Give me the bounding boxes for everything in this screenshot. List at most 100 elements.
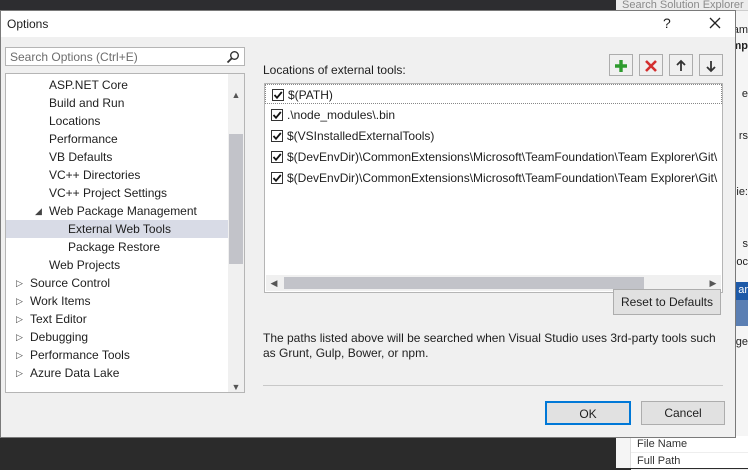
tree-item-label: VC++ Directories (49, 166, 140, 184)
tree-item[interactable]: ▷Work Items (6, 292, 228, 310)
tree-scrollbar[interactable]: ▲ ▼ (228, 74, 244, 392)
move-up-button[interactable] (669, 54, 693, 76)
tree-item[interactable]: Performance (6, 130, 228, 148)
path-checkbox[interactable] (271, 109, 283, 121)
path-text: $(DevEnvDir)\CommonExtensions\Microsoft\… (287, 147, 717, 167)
collapsed-arrow-icon[interactable]: ▷ (16, 364, 26, 382)
collapsed-arrow-icon[interactable]: ▷ (16, 274, 26, 292)
background-window-bar (0, 0, 616, 10)
background-highlight (736, 300, 748, 326)
path-checkbox[interactable] (271, 130, 283, 142)
path-text: $(VSInstalledExternalTools) (287, 126, 434, 146)
locations-label: Locations of external tools: (263, 63, 406, 77)
background-fragment: s (743, 238, 748, 250)
background-fragment: ge (736, 336, 748, 348)
dialog-titlebar: Options ? (1, 11, 735, 37)
tree-item-label: Performance Tools (30, 346, 130, 364)
cancel-button[interactable]: Cancel (641, 401, 725, 425)
tree-item-label: Package Restore (68, 238, 160, 256)
path-row[interactable]: $(VSInstalledExternalTools) (265, 126, 722, 146)
tree-scroll-thumb[interactable] (229, 134, 243, 264)
tree-item-label: Performance (49, 130, 118, 148)
ok-button[interactable]: OK (545, 401, 631, 425)
path-row[interactable]: $(PATH) (265, 84, 722, 104)
tree-item-label: Text Editor (30, 310, 87, 328)
path-checkbox[interactable] (272, 89, 284, 101)
scroll-left-icon[interactable]: ◀ (266, 275, 282, 291)
paths-scroll-thumb[interactable] (284, 277, 644, 289)
tree-item-label: Locations (49, 112, 100, 130)
collapsed-arrow-icon[interactable]: ▷ (16, 328, 26, 346)
background-fragment: rs (739, 130, 748, 142)
tree-item[interactable]: VB Defaults (6, 148, 228, 166)
tree-item[interactable]: ASP.NET Core (6, 76, 228, 94)
background-fragment: ioc (734, 256, 748, 268)
tree-item[interactable]: ▷Performance Tools (6, 346, 228, 364)
checkmark-icon (272, 131, 282, 141)
scroll-up-icon[interactable]: ▲ (228, 88, 244, 102)
search-icon[interactable] (226, 50, 240, 64)
tree-item[interactable]: Package Restore (6, 238, 228, 256)
options-dialog: Options ? ▲ ▼ ASP.NET CoreBuild and RunL… (0, 10, 736, 438)
collapsed-arrow-icon[interactable]: ▷ (16, 292, 26, 310)
dialog-title: Options (7, 17, 48, 31)
move-down-button[interactable] (699, 54, 723, 76)
collapsed-arrow-icon[interactable]: ▷ (16, 310, 26, 328)
tree-item[interactable]: Locations (6, 112, 228, 130)
tree-item[interactable]: ▷Source Control (6, 274, 228, 292)
path-row[interactable]: $(DevEnvDir)\CommonExtensions\Microsoft\… (265, 147, 722, 167)
help-button[interactable]: ? (663, 15, 671, 31)
x-icon (643, 58, 659, 74)
divider (263, 385, 723, 386)
paths-description: The paths listed above will be searched … (263, 331, 725, 361)
checkmark-icon (273, 90, 283, 100)
arrow-down-icon (703, 58, 719, 74)
plus-icon (613, 58, 629, 74)
tree-item[interactable]: ▷Debugging (6, 328, 228, 346)
external-tools-list: $(DevEnvDir)\CommonExtensions\Microsoft\… (264, 83, 723, 293)
tree-item[interactable]: ▷Text Editor (6, 310, 228, 328)
background-fragment: ar (738, 284, 748, 296)
path-checkbox[interactable] (271, 172, 283, 184)
tree-item-label: Web Package Management (49, 202, 197, 220)
collapsed-arrow-icon[interactable]: ▷ (16, 346, 26, 364)
tree-item[interactable]: Web Projects (6, 256, 228, 274)
path-row[interactable]: $(DevEnvDir)\CommonExtensions\Microsoft\… (265, 168, 722, 188)
tree-item[interactable]: Build and Run (6, 94, 228, 112)
tree-item-label: Work Items (30, 292, 90, 310)
checkmark-icon (272, 173, 282, 183)
tree-item-label: VC++ Project Settings (49, 184, 167, 202)
scroll-down-icon[interactable]: ▼ (228, 380, 244, 393)
property-file-name: File Name (631, 436, 748, 453)
tree-item[interactable]: VC++ Project Settings (6, 184, 228, 202)
arrow-up-icon (673, 58, 689, 74)
background-fragment: ie: (736, 186, 748, 198)
tree-item[interactable]: VC++ Directories (6, 166, 228, 184)
tree-item-label: VB Defaults (49, 148, 112, 166)
tree-item-label: Web Projects (49, 256, 120, 274)
search-options-input[interactable] (6, 48, 220, 65)
tree-item-label: Azure Data Lake (30, 364, 119, 382)
tree-item[interactable]: External Web Tools (6, 220, 228, 238)
tree-item[interactable]: ▷Azure Data Lake (6, 364, 228, 382)
tree-item-label: Build and Run (49, 94, 124, 112)
tree-item-label: ASP.NET Core (49, 76, 128, 94)
search-options-box[interactable] (5, 47, 245, 66)
background-properties-panel: File Name Full Path (630, 436, 748, 468)
remove-path-button[interactable] (639, 54, 663, 76)
tree-item-label: Source Control (30, 274, 110, 292)
path-row[interactable]: .\node_modules\.bin (265, 105, 722, 125)
path-checkbox[interactable] (271, 151, 283, 163)
checkmark-icon (272, 152, 282, 162)
close-icon (703, 11, 727, 35)
reset-to-defaults-button[interactable]: Reset to Defaults (613, 289, 721, 315)
tree-item[interactable]: ◢Web Package Management (6, 202, 228, 220)
path-text: .\node_modules\.bin (287, 105, 395, 125)
tree-item-label: Debugging (30, 328, 88, 346)
add-path-button[interactable] (609, 54, 633, 76)
property-full-path: Full Path (631, 453, 748, 470)
checkmark-icon (272, 110, 282, 120)
options-tree: ▲ ▼ ASP.NET CoreBuild and RunLocationsPe… (5, 73, 245, 393)
close-button[interactable] (703, 11, 727, 35)
expanded-arrow-icon[interactable]: ◢ (35, 202, 45, 220)
